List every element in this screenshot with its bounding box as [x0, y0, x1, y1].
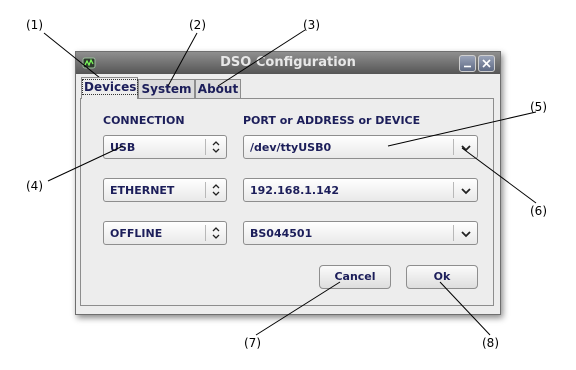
tab-devices-label: Devices — [82, 79, 139, 95]
tab-devices[interactable]: Devices — [81, 77, 139, 99]
callout-leader-lines — [43, 29, 537, 336]
